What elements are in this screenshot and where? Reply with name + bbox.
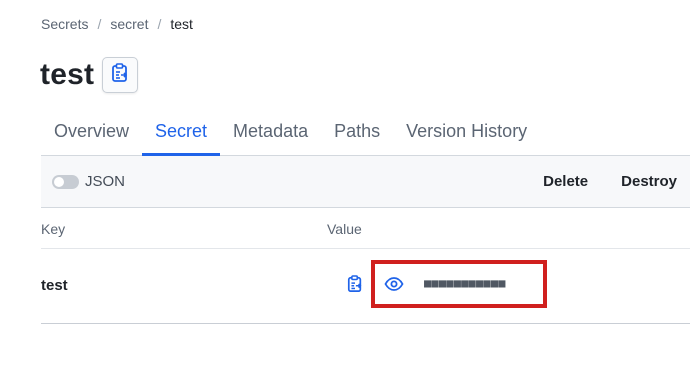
delete-button[interactable]: Delete	[543, 173, 588, 190]
tab-paths[interactable]: Paths	[321, 108, 393, 154]
breadcrumb-item-secrets[interactable]: Secrets	[41, 16, 88, 32]
masked-secret-value: ■■■■■■■■■■■	[424, 276, 506, 290]
table-row: test ■■■■■■■■■■■	[41, 249, 690, 324]
breadcrumb-item-current: test	[170, 16, 193, 32]
json-toggle-label: JSON	[85, 173, 126, 190]
page-title: test	[40, 58, 95, 91]
tab-secret[interactable]: Secret	[142, 108, 221, 156]
toggle-knob	[54, 176, 64, 187]
table-header: Key Value	[41, 208, 690, 249]
title-row: test	[40, 56, 139, 94]
destroy-button[interactable]: Destroy	[621, 173, 677, 190]
clipboard-icon	[347, 274, 363, 298]
eye-icon	[384, 276, 404, 296]
tab-version-history[interactable]: Version History	[393, 108, 540, 154]
breadcrumb-item-secret[interactable]: secret	[110, 16, 148, 32]
tab-overview[interactable]: Overview	[41, 108, 142, 154]
secret-detail-page: Secrets / secret / test test Overview Se…	[0, 0, 690, 388]
reveal-value-button[interactable]	[383, 276, 405, 296]
secret-key-cell: test	[41, 277, 68, 294]
secret-toolbar: JSON Delete Destroy	[41, 156, 690, 208]
json-toggle[interactable]	[52, 174, 79, 189]
breadcrumb: Secrets / secret / test	[41, 15, 193, 33]
clipboard-icon	[111, 62, 129, 88]
column-header-value: Value	[327, 221, 362, 237]
breadcrumb-separator: /	[97, 16, 102, 32]
breadcrumb-separator: /	[157, 16, 162, 32]
copy-value-button[interactable]	[345, 274, 365, 298]
copy-path-button[interactable]	[102, 57, 139, 93]
tab-bar: Overview Secret Metadata Paths Version H…	[41, 108, 690, 156]
column-header-key: Key	[41, 221, 66, 237]
tab-metadata[interactable]: Metadata	[220, 108, 321, 154]
